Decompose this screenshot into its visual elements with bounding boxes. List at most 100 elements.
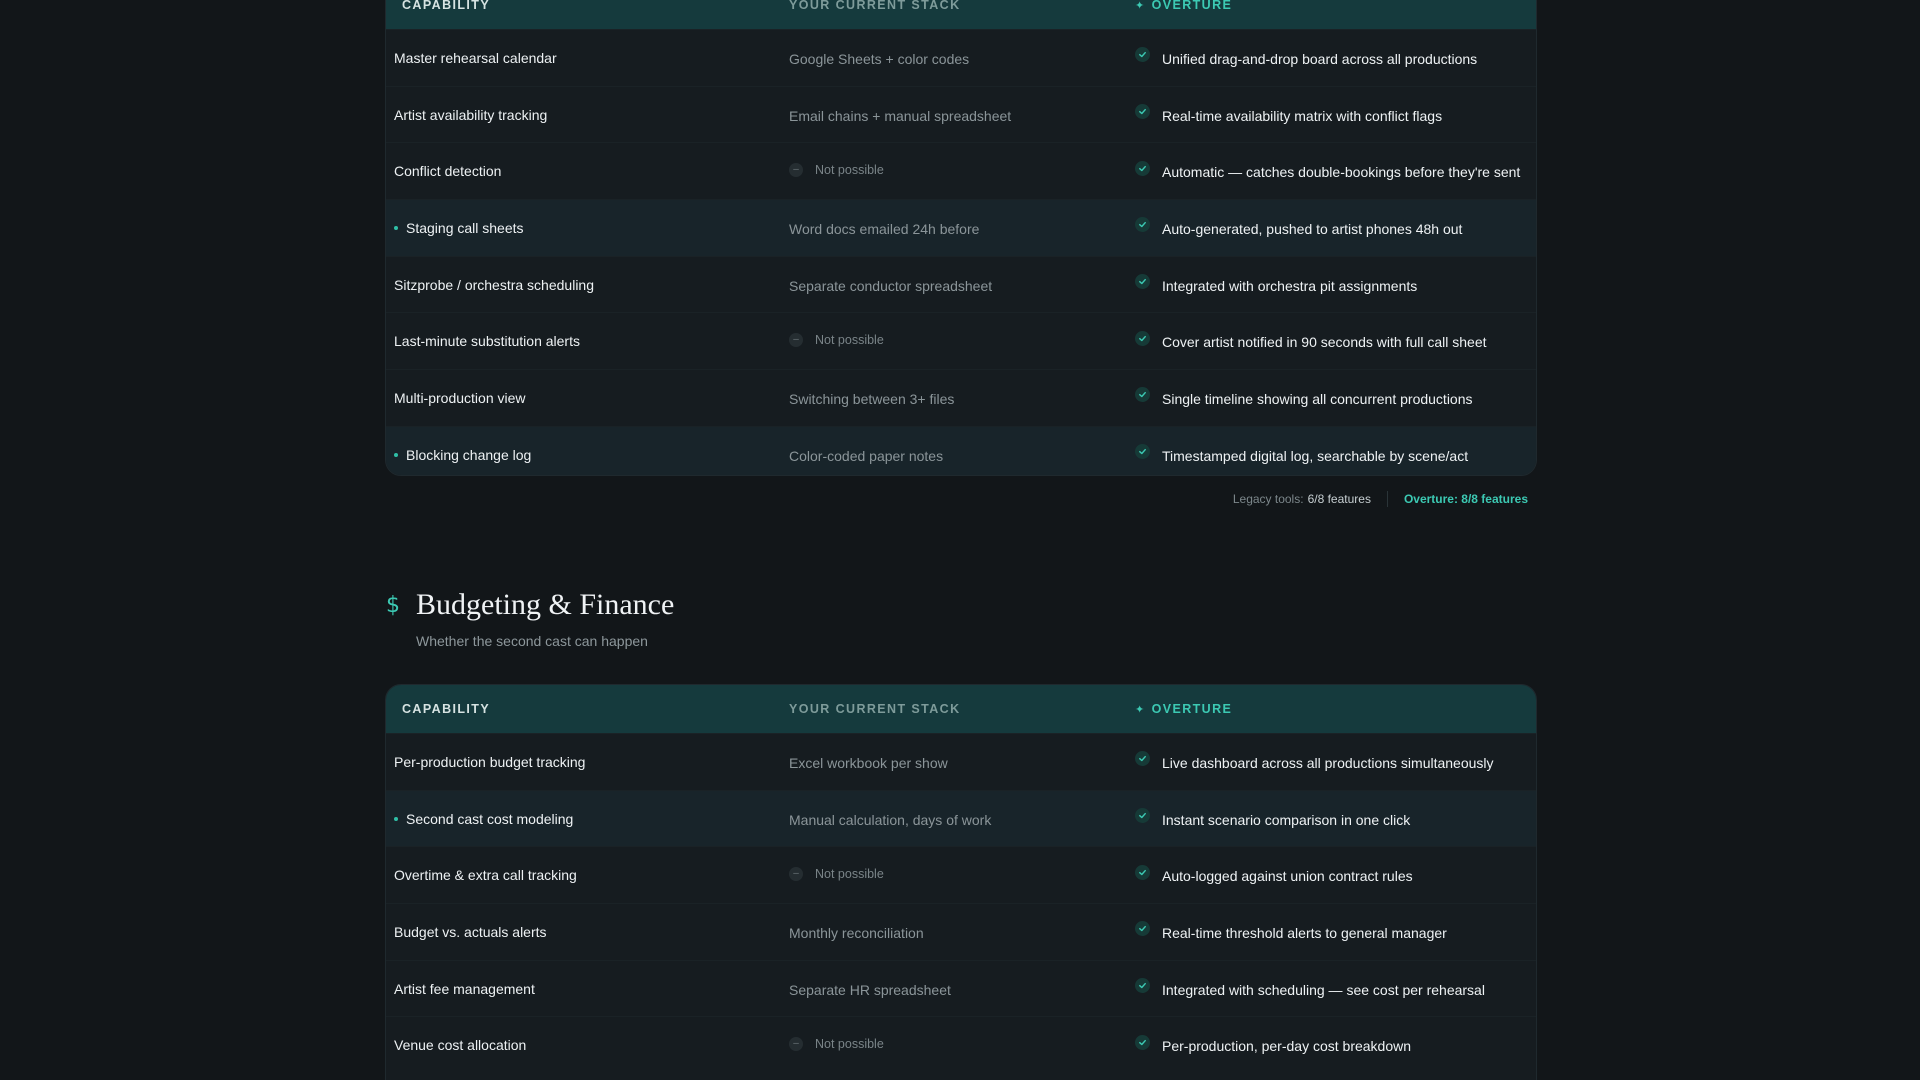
check-icon xyxy=(1135,160,1150,176)
capability-cell: Budget vs. actuals alerts xyxy=(394,923,547,940)
capability-cell: Per-production budget tracking xyxy=(394,753,586,770)
overture-cell: Auto-logged against union contract rules xyxy=(1135,849,1413,903)
comparison-page: CAPABILITY YOUR CURRENT STACK ✦ OVERTURE… xyxy=(0,0,1920,1080)
capability-cell: Artist fee management xyxy=(394,980,535,997)
overture-cell: Live dashboard across all productions si… xyxy=(1135,736,1494,790)
sparkle-icon: ✦ xyxy=(1135,0,1146,12)
overture-cell: Instant scenario comparison in one click xyxy=(1135,793,1410,847)
not-possible-text: Not possible xyxy=(815,867,884,882)
legacy-tools-value: 6/8 features xyxy=(1307,492,1371,506)
budgeting-comparison-table: CAPABILITY YOUR CURRENT STACK ✦ OVERTURE… xyxy=(385,684,1537,1080)
header-overture-label: OVERTURE xyxy=(1151,702,1233,716)
check-icon xyxy=(1135,978,1150,994)
table-row: Overtime & extra call tracking – Not pos… xyxy=(386,846,1536,903)
overture-cell: Timestamped digital log, searchable by s… xyxy=(1135,429,1468,475)
current-stack-cell: – Not possible xyxy=(789,845,884,903)
minus-icon: – xyxy=(789,163,803,178)
overture-cell: Per-production, per-day cost breakdown xyxy=(1135,1019,1411,1073)
overture-feature-text: Automatic — catches double-bookings befo… xyxy=(1162,164,1521,181)
capability-cell: Second cast cost modeling xyxy=(394,791,573,847)
overture-feature-text: Real-time availability matrix with confl… xyxy=(1162,107,1443,124)
check-icon xyxy=(1135,104,1150,120)
scheduling-comparison-table: CAPABILITY YOUR CURRENT STACK ✦ OVERTURE… xyxy=(385,0,1537,476)
check-icon xyxy=(1135,274,1150,290)
check-icon xyxy=(1135,330,1150,346)
overture-feature-text: Real-time threshold alerts to general ma… xyxy=(1162,924,1447,941)
table-row-highlighted: Staging call sheets Word docs emailed 24… xyxy=(386,199,1536,256)
overture-feature-text: Cover artist notified in 90 seconds with… xyxy=(1162,334,1487,351)
minus-icon: – xyxy=(789,867,803,882)
table-row-highlighted: Blocking change log Color-coded paper no… xyxy=(386,425,1536,475)
table-row: Conflict detection – Not possible Automa… xyxy=(386,142,1536,199)
summary-divider xyxy=(1386,491,1388,507)
check-icon xyxy=(1135,444,1150,460)
feature-summary: Legacy tools: 6/8 features Overture: 8/8… xyxy=(1233,491,1528,507)
check-icon xyxy=(1135,387,1150,403)
check-icon xyxy=(1135,808,1150,824)
check-icon xyxy=(1135,217,1150,233)
current-stack-cell: – Not possible xyxy=(789,141,884,199)
current-stack-cell: Monthly reconciliation xyxy=(789,924,924,941)
current-stack-cell: Google Sheets + color codes xyxy=(789,50,970,67)
header-current-stack: YOUR CURRENT STACK xyxy=(789,0,961,12)
overture-cell: Integrated with orchestra pit assignment… xyxy=(1135,259,1417,313)
capability-text: Blocking change log xyxy=(406,446,532,463)
overture-feature-text: Live dashboard across all productions si… xyxy=(1162,754,1494,771)
dollar-icon: $ xyxy=(386,593,400,618)
header-capability: CAPABILITY xyxy=(402,702,491,716)
not-possible-text: Not possible xyxy=(815,163,884,178)
check-icon xyxy=(1135,921,1150,937)
current-stack-cell: Switching between 3+ files xyxy=(789,390,955,407)
overture-cell: Auto-generated, pushed to artist phones … xyxy=(1135,202,1462,256)
check-icon xyxy=(1135,47,1150,63)
header-overture: ✦ OVERTURE xyxy=(1135,685,1232,733)
table-row: Budget vs. actuals alerts Monthly reconc… xyxy=(386,903,1536,960)
current-stack-cell: – Not possible xyxy=(789,1015,884,1073)
table-header: CAPABILITY YOUR CURRENT STACK ✦ OVERTURE xyxy=(386,0,1536,29)
table-row: Master rehearsal calendar Google Sheets … xyxy=(386,29,1536,86)
overture-summary-value: Overture: 8/8 features xyxy=(1403,492,1528,506)
current-stack-cell: Separate HR spreadsheet xyxy=(789,981,951,998)
highlight-dot-icon xyxy=(394,225,398,230)
not-possible-text: Not possible xyxy=(815,333,884,348)
overture-feature-text: Auto-generated, pushed to artist phones … xyxy=(1162,220,1463,237)
capability-cell: Overtime & extra call tracking xyxy=(394,867,577,884)
current-stack-cell: Email chains + manual spreadsheet xyxy=(789,107,1012,124)
capability-cell: Sitzprobe / orchestra scheduling xyxy=(394,276,594,293)
capability-cell: Multi-production view xyxy=(394,389,526,406)
current-stack-cell: Word docs emailed 24h before xyxy=(789,220,980,237)
capability-text: Second cast cost modeling xyxy=(406,810,574,827)
capability-cell: Conflict detection xyxy=(394,163,502,180)
capability-cell: Blocking change log xyxy=(394,427,532,475)
section-subtitle: Whether the second cast can happen xyxy=(416,633,648,649)
table-row: Last-minute substitution alerts – Not po… xyxy=(386,312,1536,369)
capability-cell: Last-minute substitution alerts xyxy=(394,333,580,350)
overture-feature-text: Single timeline showing all concurrent p… xyxy=(1162,390,1473,407)
current-stack-cell: Excel workbook per show xyxy=(789,754,948,771)
header-overture: ✦ OVERTURE xyxy=(1135,0,1232,29)
table-row-highlighted: Second cast cost modeling Manual calcula… xyxy=(386,789,1536,847)
current-stack-cell: Color-coded paper notes xyxy=(789,447,944,464)
header-capability: CAPABILITY xyxy=(402,0,491,12)
current-stack-cell: Manual calculation, days of work xyxy=(789,811,992,828)
overture-cell: Cover artist notified in 90 seconds with… xyxy=(1135,315,1487,369)
overture-feature-text: Integrated with orchestra pit assignment… xyxy=(1162,277,1418,294)
overture-cell: Unified drag-and-drop board across all p… xyxy=(1135,32,1477,86)
current-stack-cell: – Not possible xyxy=(789,311,884,369)
header-overture-label: OVERTURE xyxy=(1151,0,1233,12)
capability-cell: Venue cost allocation xyxy=(394,1037,527,1054)
sparkle-icon: ✦ xyxy=(1135,703,1146,716)
minus-icon: – xyxy=(789,1037,803,1052)
current-stack-cell: Separate conductor spreadsheet xyxy=(789,277,993,294)
highlight-dot-icon xyxy=(394,452,398,457)
overture-cell: Real-time threshold alerts to general ma… xyxy=(1135,906,1447,960)
overture-cell: Real-time availability matrix with confl… xyxy=(1135,89,1442,143)
overture-feature-text: Auto-logged against union contract rules xyxy=(1162,868,1413,885)
not-possible-text: Not possible xyxy=(815,1037,884,1052)
legacy-tools-label: Legacy tools: xyxy=(1232,492,1304,506)
overture-cell: Single timeline showing all concurrent p… xyxy=(1135,372,1473,426)
overture-feature-text: Unified drag-and-drop board across all p… xyxy=(1162,50,1478,67)
capability-cell: Artist availability tracking xyxy=(394,106,548,123)
capability-text: Staging call sheets xyxy=(406,219,524,236)
overture-feature-text: Instant scenario comparison in one click xyxy=(1162,811,1411,828)
